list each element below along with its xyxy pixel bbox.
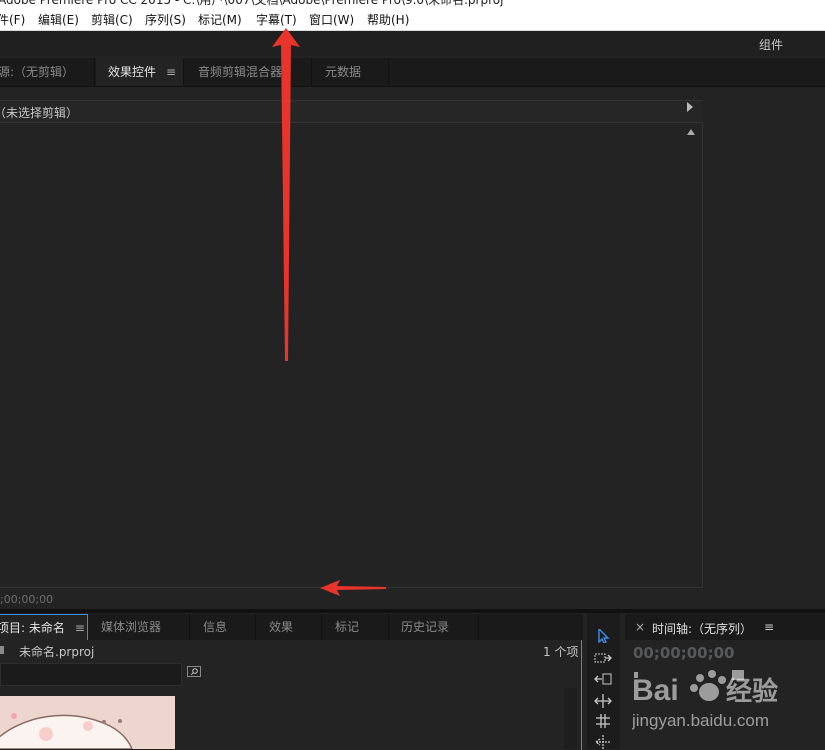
selection-tool-icon[interactable] [594, 629, 612, 643]
tab-effects-label: 效果 [269, 620, 294, 634]
effect-controls-timecode: ;00;00;00 [0, 593, 54, 606]
watermark-brand: Bai [632, 674, 679, 707]
new-search-bin-icon[interactable] [187, 665, 201, 678]
scroll-up-arrow-icon[interactable] [687, 129, 695, 135]
menu-clip[interactable]: 剪辑(C) [91, 11, 133, 28]
effect-controls-body [0, 121, 703, 588]
menu-window[interactable]: 窗口(W) [309, 11, 354, 28]
tab-effect-controls[interactable]: 效果控件 ≡ [96, 58, 184, 86]
tab-project-label: 项目: 未命名 [0, 621, 65, 635]
tab-history[interactable]: 历史记录 [389, 614, 479, 640]
media-thumbnail[interactable] [0, 696, 175, 749]
red-arrow-left-annotation [320, 580, 386, 596]
tab-info[interactable]: 信息 [190, 614, 256, 640]
baidu-jingyan-watermark: Bai 经验 jingyan.baidu.com [632, 670, 778, 730]
tab-metadata-label: 元数据 [325, 65, 362, 79]
expand-arrow-icon[interactable] [687, 102, 693, 112]
panel-menu-icon[interactable]: ≡ [75, 615, 85, 641]
track-select-tool-icon[interactable] [594, 651, 612, 665]
project-scrollbar[interactable] [564, 688, 577, 749]
watermark-url: jingyan.baidu.com [632, 711, 769, 730]
project-file-name: 未命名.prproj [19, 645, 95, 659]
menu-bar: 件(F) 编辑(E) 剪辑(C) 序列(S) 标记(M) 字幕(T) 窗口(W)… [0, 8, 825, 31]
window-title: Adobe Premiere Pro CC 2015 - C:\用户\007\文… [0, 0, 504, 7]
razor-tool-icon[interactable] [594, 735, 612, 749]
tab-effects[interactable]: 效果 [256, 614, 322, 640]
menu-title[interactable]: 字幕(T) [256, 11, 297, 28]
timeline-timecode[interactable]: 00;00;00;00 [633, 644, 735, 662]
clip-header-bar: （未选择剪辑） [0, 100, 702, 123]
workspace-bar: 组件 [0, 31, 825, 56]
rate-stretch-tool-icon[interactable] [594, 714, 612, 728]
menu-marker[interactable]: 标记(M) [198, 11, 242, 28]
tab-history-label: 历史记录 [401, 620, 450, 634]
tab-source-label: 源:（无剪辑） [0, 65, 75, 79]
project-item-count: 1 个项 [543, 645, 579, 659]
tab-media-browser-label: 媒体浏览器 [101, 620, 162, 634]
red-arrow-up-annotation [272, 28, 300, 361]
panel-menu-icon[interactable]: ≡ [166, 58, 176, 86]
project-file-icon [0, 646, 4, 654]
workspace-assembly-tab[interactable]: 组件 [759, 36, 783, 53]
tab-timeline[interactable]: 时间轴:（无序列） [652, 620, 752, 637]
menu-sequence[interactable]: 序列(S) [145, 11, 186, 28]
watermark-brand-tail: 经验 [726, 676, 778, 706]
project-panel-tab-bar: 项目: 未命名 ≡ 媒体浏览器 信息 效果 标记 历史记录 [0, 614, 583, 640]
project-search-input[interactable] [0, 663, 182, 686]
tab-effect-controls-label: 效果控件 [108, 65, 157, 79]
menu-help[interactable]: 帮助(H) [367, 11, 409, 28]
menu-file[interactable]: 件(F) [0, 11, 25, 28]
panel-menu-icon[interactable]: ≡ [764, 620, 774, 634]
tab-markers[interactable]: 标记 [322, 614, 389, 640]
close-icon[interactable]: × [635, 620, 645, 634]
tab-metadata[interactable]: 元数据 [312, 58, 389, 86]
tab-project[interactable]: 项目: 未命名 ≡ [0, 614, 88, 640]
window-title-bar: Adobe Premiere Pro CC 2015 - C:\用户\007\文… [0, 0, 825, 8]
ripple-edit-tool-icon[interactable] [594, 672, 612, 686]
upper-panel-tab-bar: 源:（无剪辑） 效果控件 ≡ 音频剪辑混合器 元数据 [0, 58, 825, 87]
rolling-edit-tool-icon[interactable] [594, 694, 612, 708]
tab-source[interactable]: 源:（无剪辑） [0, 58, 95, 86]
no-clip-selected-label: （未选择剪辑） [0, 106, 79, 120]
tab-info-label: 信息 [203, 620, 228, 634]
tab-media-browser[interactable]: 媒体浏览器 [89, 614, 190, 640]
tab-markers-label: 标记 [335, 620, 360, 634]
menu-edit[interactable]: 编辑(E) [38, 11, 79, 28]
